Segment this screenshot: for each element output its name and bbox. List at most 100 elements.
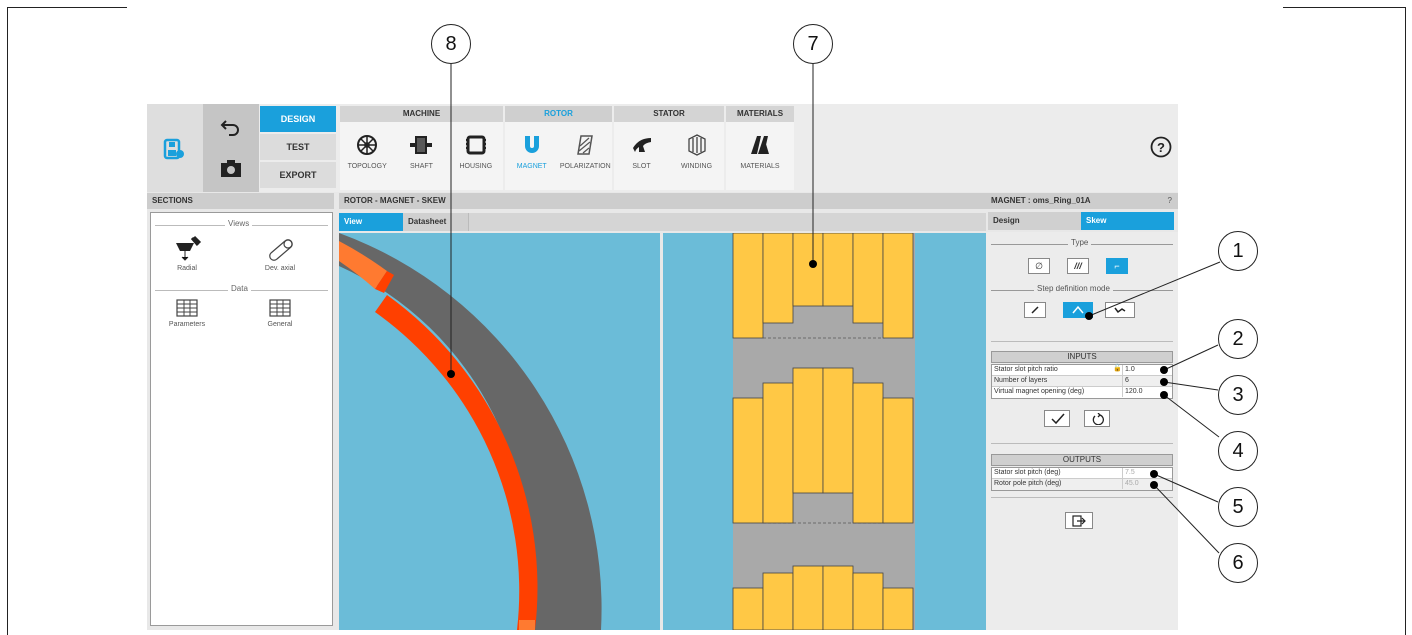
views-legend: Views <box>225 219 253 228</box>
radial-view-icon <box>176 235 202 261</box>
machine-group: MACHINE TOPOLOGY SHAFT HOUSING <box>340 106 503 190</box>
frame-top-left <box>7 7 127 8</box>
camera-icon <box>221 160 241 177</box>
skew-type-step-button[interactable]: ⌐ <box>1106 258 1128 274</box>
callout-8: 8 <box>431 24 471 64</box>
callout-2: 2 <box>1218 319 1258 359</box>
stator-group-title: STATOR <box>614 106 724 122</box>
magnet-panel-tabs: Design Skew <box>988 212 1175 230</box>
polarization-label: POLARIZATION <box>559 163 611 170</box>
panel-help-icon[interactable]: ? <box>1168 193 1172 209</box>
section-general[interactable]: General <box>250 299 310 328</box>
undo-button[interactable] <box>203 104 259 148</box>
rotor-iron-ring <box>339 233 602 630</box>
sections-panel: Views Radial Dev. axial Data Parameters … <box>150 212 333 626</box>
polarization-tool[interactable]: POLARIZATION <box>559 122 613 190</box>
outputs-header: OUTPUTS <box>991 454 1173 466</box>
slot-pitch-value: 7.5 <box>1122 468 1172 478</box>
dev-axial-view-icon <box>269 239 293 261</box>
tab-view[interactable]: View <box>339 213 403 231</box>
magnet-arc-tip <box>519 620 535 630</box>
axial-view <box>663 233 986 630</box>
callout-3-dot <box>1160 378 1168 386</box>
general-table-icon <box>269 299 291 317</box>
tab-design[interactable]: Design <box>988 212 1081 230</box>
topology-label: TOPOLOGY <box>347 163 387 170</box>
type-legend: Type <box>1068 238 1092 247</box>
materials-tool[interactable]: MATERIALS <box>726 122 794 190</box>
v-step-icon <box>1072 305 1084 314</box>
slot-pitch-ratio-key: Stator slot pitch ratio <box>994 366 1058 373</box>
save-button[interactable] <box>147 104 203 192</box>
app-window: DESIGN TEST EXPORT MACHINE TOPOLOGY SHAF… <box>147 104 1178 630</box>
opening-key: Virtual magnet opening (deg) <box>994 388 1085 395</box>
housing-icon <box>465 135 486 155</box>
slot-pitch-key: Stator slot pitch (deg) <box>994 469 1061 476</box>
winding-tool[interactable]: WINDING <box>669 122 724 190</box>
reset-button[interactable] <box>1084 410 1110 427</box>
slot-label: SLOT <box>632 163 651 170</box>
mode-design-button[interactable]: DESIGN <box>260 106 336 132</box>
skew-type-linear-button[interactable]: /// <box>1067 258 1089 274</box>
pole-pitch-key: Rotor pole pitch (deg) <box>994 480 1062 487</box>
help-icon[interactable]: ? <box>1150 136 1172 158</box>
polarization-icon <box>577 135 594 155</box>
section-radial[interactable]: Radial <box>157 235 217 272</box>
callout-1: 1 <box>1218 231 1258 271</box>
materials-group: MATERIALS MATERIALS <box>726 106 794 190</box>
callout-6-dot <box>1150 481 1158 489</box>
data-legend: Data <box>228 284 251 293</box>
output-row-slot-pitch: Stator slot pitch (deg) 7.5 <box>992 468 1172 479</box>
winding-label: WINDING <box>680 163 713 170</box>
mode-test-button[interactable]: TEST <box>260 134 336 160</box>
slot-tool[interactable]: SLOT <box>614 122 669 190</box>
shaft-icon <box>410 136 433 154</box>
callout-7-dot <box>809 260 817 268</box>
quick-actions <box>203 104 259 192</box>
machine-group-title: MACHINE <box>340 106 503 122</box>
step-mode-linear-button[interactable] <box>1024 302 1046 318</box>
view-tabs: View Datasheet <box>339 213 986 231</box>
dev-axial-label: Dev. axial <box>264 265 296 272</box>
materials-group-title: MATERIALS <box>726 106 794 122</box>
slot-icon <box>632 138 651 152</box>
step-mode-zigzag-button[interactable] <box>1105 302 1135 318</box>
general-label: General <box>267 321 293 328</box>
export-button[interactable] <box>1065 512 1093 529</box>
callout-5: 5 <box>1218 487 1258 527</box>
snapshot-button[interactable] <box>203 148 259 192</box>
magnet-icon <box>524 136 539 153</box>
divider-2 <box>991 443 1173 444</box>
magnet-tool[interactable]: MAGNET <box>505 122 559 190</box>
view-title: ROTOR - MAGNET - SKEW <box>339 193 986 209</box>
tab-datasheet[interactable]: Datasheet <box>403 213 469 231</box>
shaft-label: SHAFT <box>410 163 433 170</box>
section-dev-axial[interactable]: Dev. axial <box>250 235 310 272</box>
layers-key: Number of layers <box>994 377 1048 384</box>
topology-icon <box>357 135 378 155</box>
shaft-tool[interactable]: SHAFT <box>394 122 448 190</box>
tab-skew[interactable]: Skew <box>1081 212 1174 230</box>
linear-step-icon <box>1031 306 1039 314</box>
outputs-table: Stator slot pitch (deg) 7.5 Rotor pole p… <box>991 467 1173 491</box>
svg-text:?: ? <box>1157 140 1165 155</box>
callout-4: 4 <box>1218 431 1258 471</box>
skew-axial-drawing <box>732 233 915 630</box>
radial-label: Radial <box>177 265 197 272</box>
skew-type-none-button[interactable]: ∅ <box>1028 258 1050 274</box>
callout-5-dot <box>1150 470 1158 478</box>
magnet-panel-title-text: MAGNET : oms_Ring_01A <box>991 196 1091 205</box>
mode-export-button[interactable]: EXPORT <box>260 162 336 188</box>
export-icon <box>1072 515 1086 527</box>
apply-button[interactable] <box>1044 410 1070 427</box>
inputs-table: Stator slot pitch ratio 🔓 1.0 Number of … <box>991 364 1173 399</box>
callout-8-dot <box>447 370 455 378</box>
topology-tool[interactable]: TOPOLOGY <box>340 122 394 190</box>
inputs-header: INPUTS <box>991 351 1173 363</box>
input-row-opening: Virtual magnet opening (deg) 120.0 <box>992 387 1172 398</box>
section-parameters[interactable]: Parameters <box>157 299 217 328</box>
housing-tool[interactable]: HOUSING <box>449 122 503 190</box>
input-row-slot-pitch-ratio: Stator slot pitch ratio 🔓 1.0 <box>992 365 1172 376</box>
stator-group: STATOR SLOT WINDING <box>614 106 724 190</box>
figure-page: DESIGN TEST EXPORT MACHINE TOPOLOGY SHAF… <box>0 0 1412 635</box>
